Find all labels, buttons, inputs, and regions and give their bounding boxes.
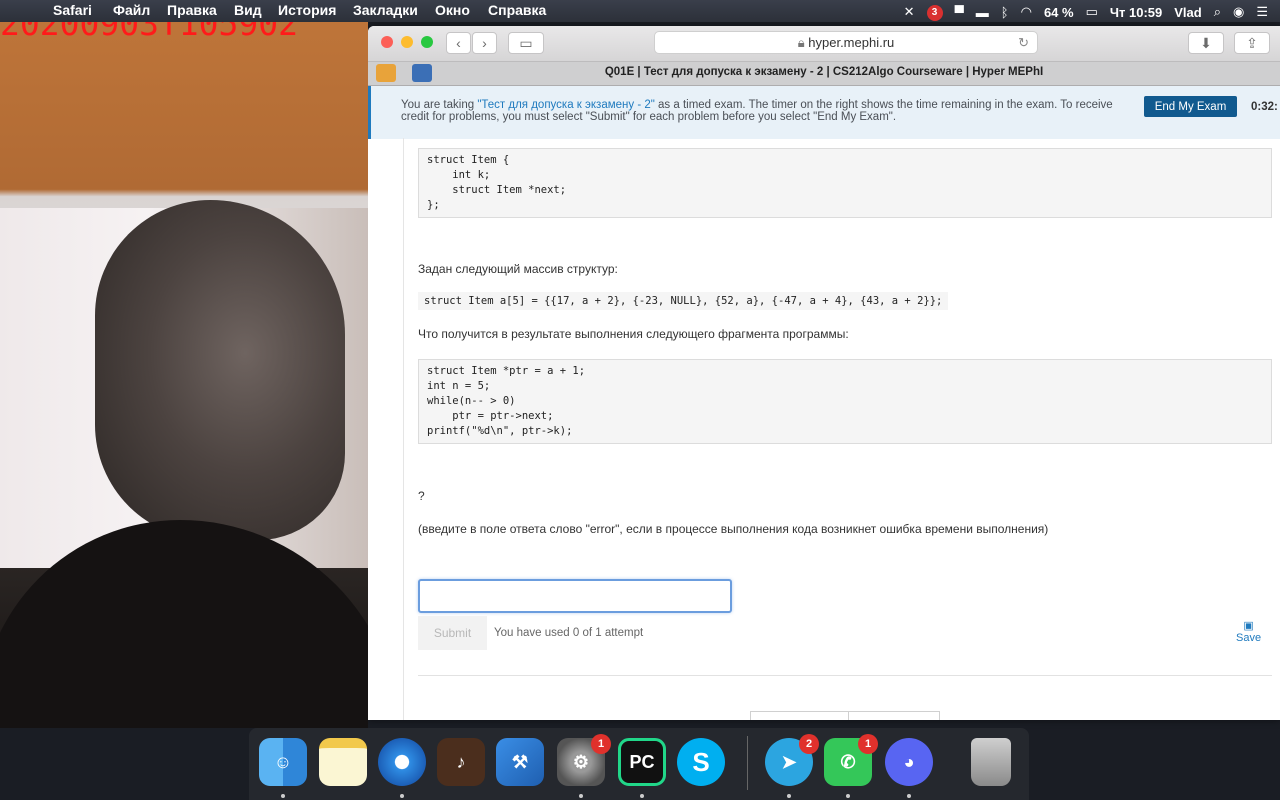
- gear-icon[interactable]: ⚙ 1: [557, 734, 611, 786]
- share-icon[interactable]: ⇪: [1234, 32, 1270, 54]
- dock: ☺ ♪ ⚒ ⚙ 1 PC S ➤ 2 ✆ 1 ◕: [249, 728, 1029, 800]
- end-my-exam-button[interactable]: End My Exam: [1144, 96, 1237, 117]
- active-tab-title[interactable]: Q01E | Тест для допуска к экзамену - 2 |…: [368, 66, 1280, 78]
- running-indicator: [640, 794, 644, 798]
- array-intro-text: Задан следующий массив структур:: [418, 262, 618, 276]
- user-name[interactable]: Vlad: [1174, 5, 1201, 20]
- running-indicator: [907, 794, 911, 798]
- running-indicator: [579, 794, 583, 798]
- flag-icon[interactable]: ▬: [976, 5, 989, 20]
- downloads-icon[interactable]: ⬇: [1188, 32, 1224, 54]
- telegram-badge: 2: [799, 734, 819, 754]
- running-indicator: [787, 794, 791, 798]
- back-button[interactable]: ‹: [446, 32, 471, 54]
- attempts-counter: You have used 0 of 1 attempt: [494, 627, 644, 639]
- safari-icon[interactable]: [378, 738, 426, 786]
- array-code: struct Item a[5] = {{17, a + 2}, {-23, N…: [418, 292, 949, 310]
- webcam-overlay: 20200903T105902: [0, 0, 368, 728]
- menu-history[interactable]: История: [278, 2, 336, 18]
- menu-view[interactable]: Вид: [234, 2, 262, 18]
- fragment-intro-text: Что получится в результате выполнения сл…: [418, 327, 849, 341]
- save-label: Save: [1236, 632, 1262, 644]
- notice-text-before: You are taking: [401, 99, 478, 111]
- save-button[interactable]: ▣ Save: [1236, 619, 1261, 644]
- running-indicator: [400, 794, 404, 798]
- messages-badge: 1: [858, 734, 878, 754]
- notification-status-icon[interactable]: 3: [926, 3, 943, 21]
- clock[interactable]: Чт 10:59: [1110, 5, 1162, 20]
- garageband-icon[interactable]: ♪: [437, 738, 485, 786]
- dock-separator: [747, 736, 748, 790]
- tab-bar: Q01E | Тест для допуска к экзамену - 2 |…: [368, 62, 1280, 86]
- content-divider: [403, 138, 404, 720]
- exam-timer: 0:32:: [1251, 101, 1278, 113]
- menu-window[interactable]: Окно: [435, 2, 470, 18]
- url-text: hyper.mephi.ru: [808, 35, 895, 50]
- minimize-window-button[interactable]: [401, 36, 413, 48]
- notification-center-icon[interactable]: ☰: [1256, 4, 1268, 20]
- exam-title-link[interactable]: "Тест для допуска к экзамену - 2": [477, 99, 655, 111]
- submit-button[interactable]: Submit: [418, 616, 487, 650]
- skype-icon[interactable]: S: [677, 738, 725, 786]
- problem-content: struct Item { int k; struct Item *next; …: [368, 138, 1280, 720]
- running-indicator: [846, 794, 850, 798]
- menu-edit[interactable]: Правка: [167, 2, 217, 18]
- question-mark: ?: [418, 489, 425, 503]
- chat-status-icon[interactable]: ▀: [955, 5, 964, 20]
- struct-code-block: struct Item { int k; struct Item *next; …: [418, 148, 1272, 218]
- messages-icon[interactable]: ✆ 1: [824, 734, 878, 786]
- trash-icon[interactable]: [971, 738, 1011, 786]
- reload-icon[interactable]: ↻: [1018, 32, 1029, 53]
- browser-toolbar: ‹ › ▭ 🔒︎ hyper.mephi.ru ↻ ⬇ ⇪: [368, 26, 1280, 62]
- forward-button[interactable]: ›: [472, 32, 497, 54]
- safari-window: ‹ › ▭ 🔒︎ hyper.mephi.ru ↻ ⬇ ⇪ Q01E | Тес…: [368, 26, 1280, 720]
- lock-icon: 🔒︎: [797, 35, 805, 50]
- bluetooth-icon[interactable]: ᛒ: [1001, 5, 1009, 20]
- zoom-window-button[interactable]: [421, 36, 433, 48]
- webcam-person-head: [95, 200, 345, 540]
- sequence-nav-buttons[interactable]: [750, 711, 940, 720]
- spotlight-search-icon[interactable]: ⌕: [1214, 4, 1221, 20]
- gear-badge: 1: [591, 734, 611, 754]
- finder-icon[interactable]: ☺: [259, 738, 307, 786]
- xcode-icon[interactable]: ⚒: [496, 738, 544, 786]
- notes-icon[interactable]: [319, 738, 367, 786]
- exam-notice-text: You are taking "Тест для допуска к экзам…: [401, 99, 1121, 123]
- menu-bar: Safari Файл Правка Вид История Закладки …: [0, 0, 1280, 22]
- answer-input[interactable]: [418, 579, 732, 613]
- battery-icon[interactable]: ▭: [1086, 4, 1098, 20]
- fragment-code-block: struct Item *ptr = a + 1; int n = 5; whi…: [418, 359, 1272, 444]
- menu-file[interactable]: Файл: [113, 2, 150, 18]
- timed-exam-notice: You are taking "Тест для допуска к экзам…: [368, 86, 1280, 139]
- telegram-icon[interactable]: ➤ 2: [765, 734, 819, 786]
- running-indicator: [281, 794, 285, 798]
- battery-percent[interactable]: 64 %: [1044, 5, 1074, 20]
- nav-separator: [848, 712, 849, 720]
- sidebar-toggle-icon[interactable]: ▭: [508, 32, 544, 54]
- save-icon: ▣: [1243, 620, 1254, 632]
- siri-icon[interactable]: ◉: [1233, 4, 1244, 20]
- divider: [418, 675, 1272, 676]
- wifi-icon[interactable]: ◠: [1021, 4, 1032, 20]
- menu-bookmarks[interactable]: Закладки: [353, 2, 418, 18]
- menu-help[interactable]: Справка: [488, 2, 546, 18]
- pycharm-icon[interactable]: PC: [618, 738, 666, 786]
- address-bar[interactable]: 🔒︎ hyper.mephi.ru ↻: [654, 31, 1038, 54]
- menu-safari[interactable]: Safari: [53, 2, 92, 18]
- discord-icon[interactable]: ◕: [885, 738, 933, 786]
- answer-hint-text: (введите в поле ответа слово "error", ес…: [418, 522, 1049, 536]
- close-window-button[interactable]: [381, 36, 393, 48]
- no-sync-icon[interactable]: ✕: [904, 4, 915, 20]
